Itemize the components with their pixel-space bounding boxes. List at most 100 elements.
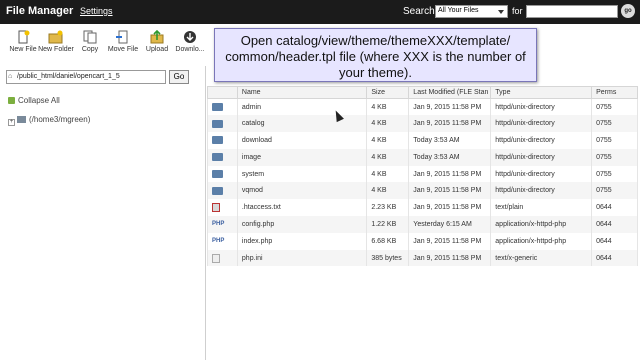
app-title: File Manager: [6, 5, 74, 17]
row-icon-cell: [207, 115, 238, 133]
upload-icon: [150, 30, 164, 44]
path-bar: ⌂ /public_html/daniel/opencart_1_5 Go: [6, 70, 189, 84]
row-perms: 0755: [591, 148, 638, 166]
row-type: text/plain: [490, 199, 593, 217]
table-row[interactable]: PHP index.php 6.68 KB Jan 9, 2015 11:58 …: [207, 232, 638, 250]
php-file-icon: PHP: [212, 237, 225, 244]
table-row[interactable]: system 4 KB Jan 9, 2015 11:58 PM httpd/u…: [207, 165, 638, 183]
row-type: httpd/unix-directory: [490, 182, 593, 200]
file-table-pane: Name Size Last Modified (FLE Stan Type P…: [207, 86, 640, 267]
row-name[interactable]: vqmod: [236, 182, 368, 200]
row-name[interactable]: admin: [236, 98, 368, 116]
row-icon-cell: PHP: [207, 232, 238, 250]
home-folder-icon: [17, 116, 26, 123]
row-type: httpd/unix-directory: [490, 165, 593, 183]
pane-divider[interactable]: [205, 66, 206, 360]
column-header-perms[interactable]: Perms: [591, 86, 638, 99]
row-name[interactable]: config.php: [236, 216, 368, 233]
file-table: Name Size Last Modified (FLE Stan Type P…: [207, 86, 638, 267]
row-name[interactable]: catalog: [236, 115, 368, 133]
row-size: 4 KB: [366, 115, 410, 133]
path-go-button[interactable]: Go: [169, 70, 189, 84]
search-scope-value: All Your Files: [438, 7, 479, 14]
table-row[interactable]: admin 4 KB Jan 9, 2015 11:58 PM httpd/un…: [207, 98, 638, 116]
for-label: for: [512, 6, 523, 16]
row-modified: Today 3:53 AM: [408, 132, 492, 149]
row-type: text/x-generic: [490, 249, 593, 267]
download-button[interactable]: Downlo...: [170, 30, 210, 54]
table-row[interactable]: php.ini 385 bytes Jan 9, 2015 11:58 PM t…: [207, 249, 638, 267]
column-header-name[interactable]: Name: [236, 86, 368, 99]
table-row[interactable]: vqmod 4 KB Jan 9, 2015 11:58 PM httpd/un…: [207, 182, 638, 200]
row-icon-cell: [207, 148, 238, 166]
folder-icon: [212, 119, 223, 128]
row-icon-cell: PHP: [207, 216, 238, 233]
path-input[interactable]: /public_html/daniel/opencart_1_5: [6, 70, 166, 84]
row-name[interactable]: system: [236, 165, 368, 183]
search-input[interactable]: [526, 5, 618, 18]
row-icon-cell: [207, 249, 238, 267]
row-modified: Jan 9, 2015 11:58 PM: [408, 249, 492, 267]
row-modified: Jan 9, 2015 11:58 PM: [408, 165, 492, 183]
download-label: Downlo...: [175, 46, 205, 53]
folder-icon: [212, 186, 223, 195]
row-name[interactable]: download: [236, 132, 368, 149]
row-name[interactable]: .htaccess.txt: [236, 199, 368, 217]
row-modified: Jan 9, 2015 11:58 PM: [408, 199, 492, 217]
search-go-button[interactable]: go: [621, 4, 635, 18]
row-type: httpd/unix-directory: [490, 132, 593, 149]
folder-icon: [212, 136, 223, 145]
table-row[interactable]: image 4 KB Today 3:53 AM httpd/unix-dire…: [207, 148, 638, 166]
row-size: 4 KB: [366, 98, 410, 116]
ini-file-icon: [212, 253, 220, 263]
row-perms: 0755: [591, 98, 638, 116]
column-header-type[interactable]: Type: [490, 86, 593, 99]
chevron-down-icon: [498, 10, 504, 14]
row-icon-cell: [207, 98, 238, 116]
row-name[interactable]: image: [236, 148, 368, 166]
row-size: 4 KB: [366, 132, 410, 149]
new-file-icon: [18, 30, 30, 44]
table-row[interactable]: download 4 KB Today 3:53 AM httpd/unix-d…: [207, 132, 638, 149]
row-name[interactable]: index.php: [236, 232, 368, 250]
collapse-all-button[interactable]: Collapse All: [8, 96, 203, 105]
row-icon-cell: [207, 199, 238, 217]
row-icon-cell: [207, 182, 238, 200]
row-size: 1.22 KB: [366, 216, 410, 233]
column-header-modified[interactable]: Last Modified (FLE Stan: [408, 86, 492, 99]
search-scope-select[interactable]: All Your Files: [435, 5, 508, 18]
row-icon-cell: [207, 165, 238, 183]
tree-root-node[interactable]: + (/home3/mgreen): [8, 115, 203, 126]
folder-icon: [212, 170, 223, 179]
table-row[interactable]: .htaccess.txt 2.23 KB Jan 9, 2015 11:58 …: [207, 199, 638, 217]
table-header-row: Name Size Last Modified (FLE Stan Type P…: [207, 86, 638, 99]
row-perms: 0644: [591, 232, 638, 250]
row-perms: 0644: [591, 216, 638, 233]
copy-icon: [83, 30, 97, 44]
row-size: 6.68 KB: [366, 232, 410, 250]
row-modified: Yesterday 6:15 AM: [408, 216, 492, 233]
php-file-icon: PHP: [212, 221, 225, 228]
new-folder-icon: [48, 30, 63, 44]
instruction-callout: Open catalog/view/theme/themeXXX/templat…: [214, 28, 537, 82]
column-header-icon: [207, 86, 238, 99]
row-type: httpd/unix-directory: [490, 98, 593, 116]
row-type: httpd/unix-directory: [490, 115, 593, 133]
column-header-size[interactable]: Size: [366, 86, 410, 99]
expand-icon[interactable]: +: [8, 119, 15, 126]
row-perms: 0755: [591, 165, 638, 183]
row-type: httpd/unix-directory: [490, 148, 593, 166]
row-perms: 0644: [591, 249, 638, 267]
table-row[interactable]: catalog 4 KB Jan 9, 2015 11:58 PM httpd/…: [207, 115, 638, 133]
row-type: application/x-httpd-php: [490, 232, 593, 250]
row-perms: 0755: [591, 132, 638, 149]
directory-tree: Collapse All + (/home3/mgreen): [8, 96, 203, 126]
row-modified: Today 3:53 AM: [408, 148, 492, 166]
download-icon: [184, 31, 196, 43]
row-icon-cell: [207, 132, 238, 149]
row-name[interactable]: php.ini: [236, 249, 368, 267]
collapse-icon: [8, 97, 15, 104]
text-file-icon: [212, 203, 220, 213]
settings-link[interactable]: Settings: [80, 6, 113, 16]
table-row[interactable]: PHP config.php 1.22 KB Yesterday 6:15 AM…: [207, 216, 638, 233]
